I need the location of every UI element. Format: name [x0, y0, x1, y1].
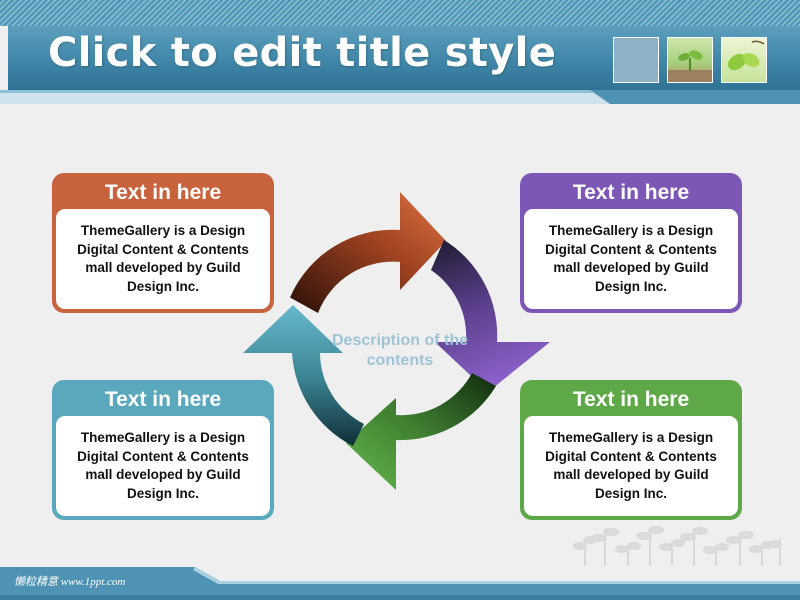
plants-decoration [573, 526, 782, 566]
footer-text: 懒粒精意 www.1ppt.com [14, 576, 126, 588]
slide: Click to edit title style Text in here T… [0, 0, 800, 600]
